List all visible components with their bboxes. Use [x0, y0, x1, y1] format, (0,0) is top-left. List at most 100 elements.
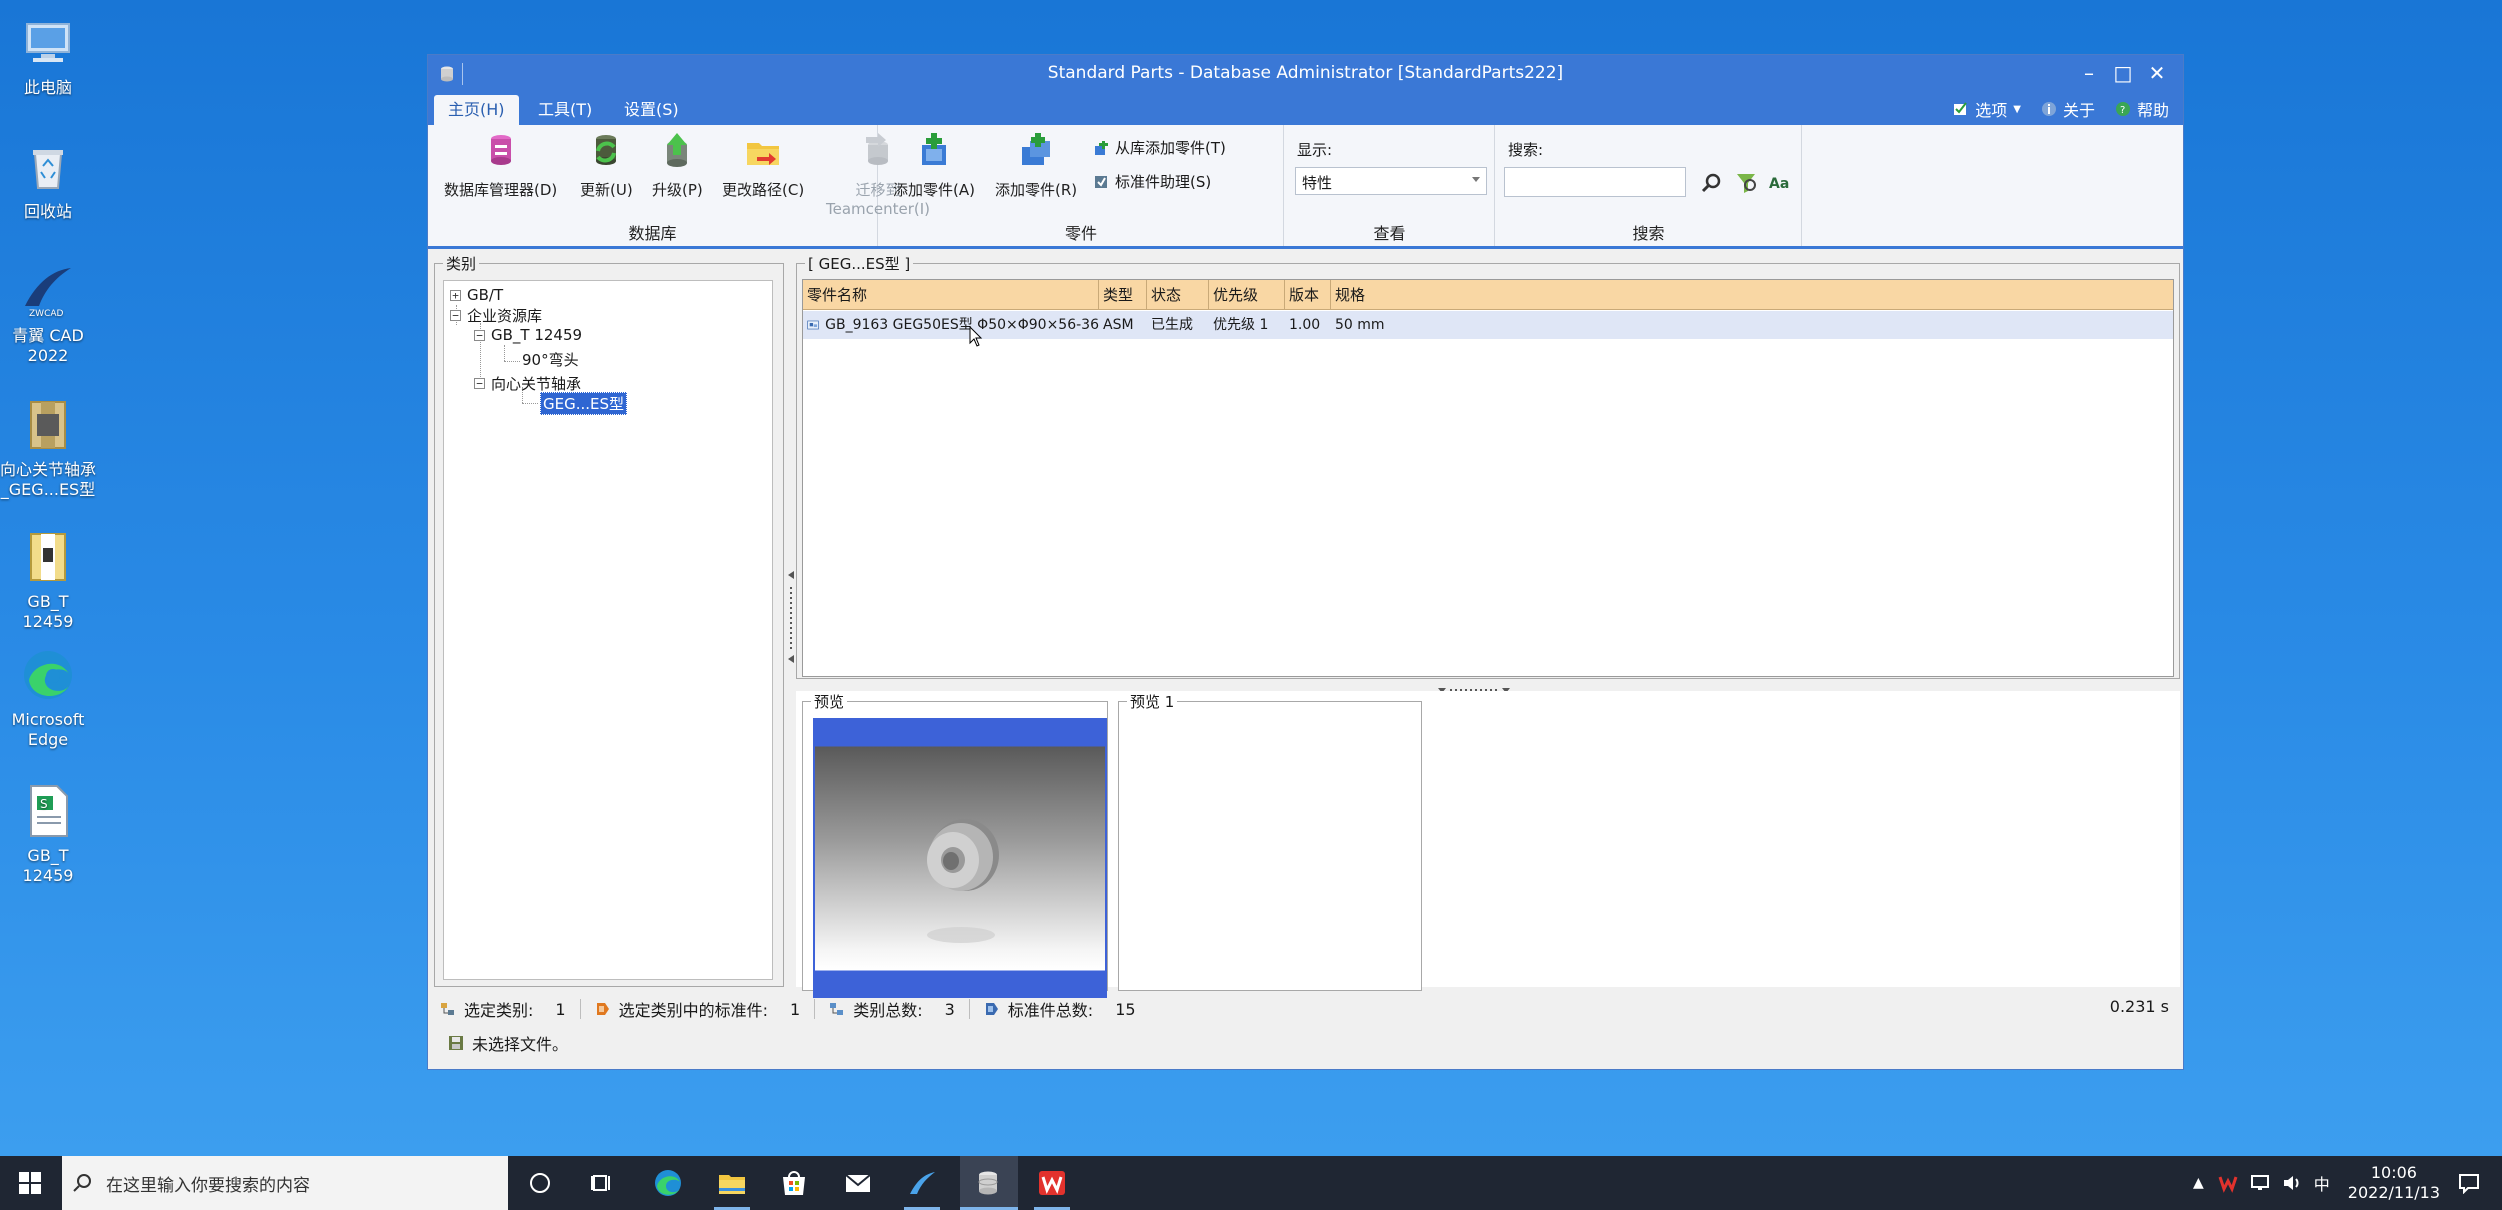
task-view-icon: [591, 1175, 610, 1191]
column-header-version[interactable]: 版本: [1285, 280, 1331, 310]
standard-part-assistant-button[interactable]: 标准件助理(S): [1093, 171, 1211, 192]
store-icon: [783, 1171, 805, 1195]
about-menu[interactable]: 关于: [2041, 97, 2095, 121]
add-part-a-label: 添加零件(A): [893, 181, 975, 199]
tree-label: GB/T: [467, 286, 504, 304]
std-total-label: 标准件总数:: [1007, 1001, 1094, 1020]
tab-tools[interactable]: 工具(T): [524, 95, 606, 125]
column-header-status[interactable]: 状态: [1147, 280, 1209, 310]
preview-viewport[interactable]: [813, 718, 1107, 998]
collapse-icon[interactable]: −: [474, 377, 485, 389]
table-row[interactable]: GB_9163 GEG50ES型 Φ50×Φ90×56-36 ASM 已生成 优…: [803, 311, 2173, 339]
filter-search-icon[interactable]: [1734, 171, 1758, 195]
add-from-library-button[interactable]: 从库添加零件(T): [1093, 137, 1226, 158]
minimize-button[interactable]: –: [2073, 59, 2105, 87]
status-bar: 选定类别: 1 选定类别中的标准件: 1 类别总数: 3 标准件总数: 15 0…: [428, 991, 2183, 1071]
taskbar-wps[interactable]: [1034, 1165, 1070, 1201]
group-label-search: 搜索: [1632, 224, 1665, 243]
change-path-button[interactable]: 更改路径(C): [722, 131, 804, 200]
upgrade-button[interactable]: 升级(P): [652, 131, 703, 200]
tree-item-gbt12459[interactable]: − GB_T 12459: [474, 325, 582, 345]
search-icon[interactable]: [1700, 171, 1724, 195]
taskbar-store[interactable]: [776, 1165, 812, 1201]
mail-icon: [845, 1174, 871, 1192]
assistant-icon: [1095, 175, 1107, 188]
tree-item-geg-selected[interactable]: GEG...ES型: [540, 391, 628, 415]
ime-indicator[interactable]: 中: [2314, 1171, 2330, 1195]
volume-icon[interactable]: [2282, 1173, 2302, 1193]
chevron-up-icon[interactable]: ▲: [2193, 1175, 2204, 1191]
tab-settings[interactable]: 设置(S): [610, 95, 693, 125]
chevron-down-icon: [1472, 177, 1480, 182]
tab-home[interactable]: 主页(H): [434, 95, 519, 125]
windows-logo-icon: [19, 1172, 41, 1194]
taskbar-clock[interactable]: 10:06 2022/11/13: [2348, 1163, 2440, 1203]
desktop-icon-cad[interactable]: ZWCAD 青翼 CAD 2022: [0, 262, 96, 366]
svg-text:ZWCAD: ZWCAD: [29, 309, 64, 319]
cortana-icon: [530, 1173, 550, 1193]
preview-title: 预览 1: [1127, 691, 1178, 712]
std-in-category-value: 1: [790, 999, 801, 1019]
collapse-icon[interactable]: −: [474, 329, 485, 341]
notification-icon[interactable]: [2458, 1172, 2480, 1194]
update-button[interactable]: 更新(U): [580, 131, 633, 200]
folder-path-icon: [747, 143, 780, 165]
expand-icon[interactable]: +: [450, 289, 461, 301]
status-separator: [814, 999, 816, 1019]
column-header-name[interactable]: 零件名称: [803, 280, 1099, 310]
desktop-icon-label: 向心关节轴承_GEG...ES型: [0, 460, 97, 499]
column-header-type[interactable]: 类型: [1099, 280, 1147, 310]
maximize-button[interactable]: □: [2107, 59, 2139, 87]
close-button[interactable]: ✕: [2141, 59, 2173, 87]
display-select[interactable]: 特性: [1295, 167, 1487, 195]
desktop-icon-gbt-sheet[interactable]: S GB_T 12459: [0, 782, 96, 886]
desktop-icon-bearing-archive[interactable]: 向心关节轴承_GEG...ES型: [0, 396, 96, 500]
help-menu[interactable]: ? 帮助: [2115, 97, 2169, 121]
start-button[interactable]: [12, 1165, 48, 1201]
cortana-button[interactable]: [522, 1165, 558, 1201]
desktop-icon-recycle-bin[interactable]: 回收站: [0, 138, 96, 222]
desktop-icon-label: 回收站: [23, 202, 72, 221]
taskbar-standard-parts[interactable]: [970, 1165, 1006, 1201]
std-in-category-label: 选定类别中的标准件:: [618, 1001, 768, 1020]
taskbar-file-explorer[interactable]: [714, 1165, 750, 1201]
vertical-splitter[interactable]: [786, 253, 796, 987]
category-tree: + GB/T − 企业资源库 − GB_T 12459 90°弯头 − 向心关节…: [443, 280, 773, 980]
desktop-icon-this-pc[interactable]: 此电脑: [0, 14, 96, 98]
add-part-r-label: 添加零件(R): [995, 181, 1078, 199]
taskbar-cad[interactable]: [904, 1165, 940, 1201]
cad-app-icon: ZWCAD: [19, 262, 77, 320]
column-header-spec[interactable]: 规格: [1331, 280, 2173, 310]
network-icon[interactable]: [2250, 1173, 2270, 1193]
ribbon-group-database: 数据库管理器(D) 更新(U) 升级(P) 更改路径(C) 迁移到 Teamce…: [428, 125, 930, 246]
database-manager-label: 数据库管理器(D): [444, 181, 558, 199]
taskbar-edge[interactable]: [650, 1165, 686, 1201]
horizontal-splitter[interactable]: [796, 681, 2180, 693]
upgrade-label: 升级(P): [652, 181, 703, 199]
wps-tray-icon[interactable]: [2218, 1173, 2238, 1193]
category-icon: [441, 1003, 454, 1015]
title-bar[interactable]: Standard Parts - Database Administrator …: [428, 55, 2183, 93]
task-view-button[interactable]: [584, 1165, 620, 1201]
taskbar-search-box[interactable]: 在这里输入你要搜索的内容: [62, 1156, 508, 1210]
collapse-icon[interactable]: −: [450, 309, 461, 321]
tree-item-gbt[interactable]: + GB/T: [450, 285, 503, 305]
desktop-icon-gbt-archive[interactable]: GB_T 12459: [0, 528, 96, 632]
svg-text:?: ?: [2120, 105, 2125, 116]
file-status: 未选择文件。: [448, 1031, 568, 1055]
tree-item-bearing[interactable]: − 向心关节轴承: [474, 373, 581, 393]
status-counts: 选定类别: 1 选定类别中的标准件: 1 类别总数: 3 标准件总数: 15: [440, 997, 1136, 1021]
taskbar-mail[interactable]: [840, 1165, 876, 1201]
add-part-r-button[interactable]: 添加零件(R): [995, 131, 1077, 200]
search-input[interactable]: [1504, 167, 1686, 197]
tree-label: 90°弯头: [522, 350, 579, 369]
add-part-a-button[interactable]: 添加零件(A): [893, 131, 975, 200]
column-header-priority[interactable]: 优先级: [1209, 280, 1285, 310]
database-manager-button[interactable]: 数据库管理器(D): [444, 131, 557, 200]
tree-item-enterprise[interactable]: − 企业资源库: [450, 305, 542, 325]
match-case-icon[interactable]: Aa: [1768, 171, 1792, 195]
folder-icon: [719, 1175, 745, 1194]
desktop-icon-edge[interactable]: Microsoft Edge: [0, 646, 96, 750]
tree-item-elbow[interactable]: 90°弯头: [522, 349, 579, 369]
options-menu[interactable]: 选项 ▼: [1953, 97, 2021, 121]
